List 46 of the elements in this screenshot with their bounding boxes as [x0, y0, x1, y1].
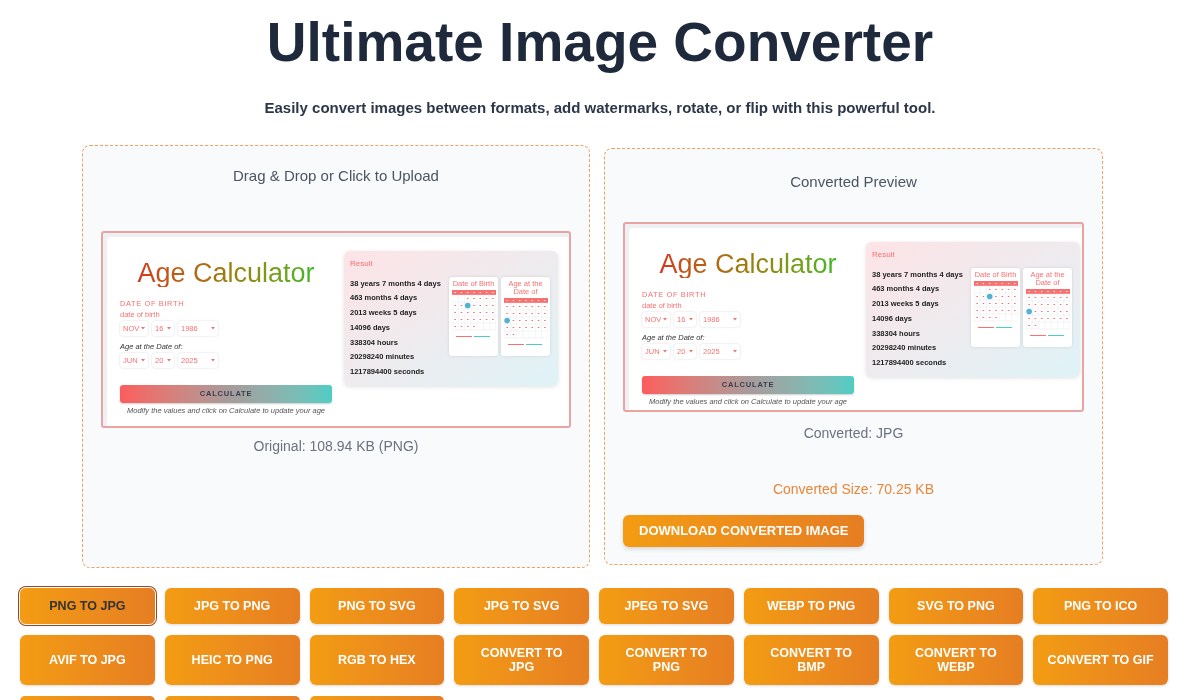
conversion-button[interactable]: JPEG TO SVG	[599, 588, 734, 624]
result-heading: Result	[872, 250, 895, 260]
caret-icon	[663, 350, 667, 353]
conversion-button[interactable]: RGB TO HEX	[309, 635, 445, 685]
caret-icon	[733, 318, 737, 321]
caret-icon	[211, 359, 215, 362]
conversion-button[interactable]: PNG TO SVG	[309, 588, 445, 624]
conversion-button[interactable]: CONVERT TO BMP	[743, 635, 879, 685]
dropzone-prompt: Drag & Drop or Click to Upload	[233, 166, 439, 186]
app-title: Age Calculator	[659, 250, 837, 278]
conversion-button[interactable]	[164, 696, 300, 700]
caret-icon	[167, 359, 171, 362]
conversion-button[interactable]: JPG TO PNG	[164, 588, 300, 624]
converted-format-text: Converted: JPG	[803, 424, 904, 443]
download-button[interactable]: DOWNLOAD CONVERTED IMAGE	[623, 515, 865, 547]
page-subtitle: Easily convert images between formats, add watermarks, rotate, or flip with this powerful tool.	[263, 98, 937, 118]
conversion-button[interactable]	[20, 696, 155, 700]
caret-icon	[167, 327, 171, 330]
upload-dropzone[interactable]	[82, 145, 590, 568]
conversion-button[interactable]: WEBP TO PNG	[743, 588, 879, 624]
conversion-button[interactable]: CONVERT TO PNG	[599, 635, 734, 685]
caret-icon	[689, 318, 693, 321]
converted-size-text: Converted Size: 70.25 KB	[772, 480, 935, 499]
conversion-button[interactable]: PNG TO ICO	[1033, 588, 1168, 624]
original-size-text: Original: 108.94 KB (PNG)	[253, 437, 419, 456]
conversion-button[interactable]: JPG TO SVG	[454, 588, 589, 624]
conversion-button[interactable]: SVG TO PNG	[888, 588, 1024, 624]
calendar-grid-icon	[503, 298, 548, 346]
conversion-button[interactable]: PNG TO JPG	[20, 588, 155, 624]
conversion-button[interactable]: AVIF TO JPG	[20, 635, 155, 685]
page-title: Ultimate Image Converter	[265, 10, 935, 75]
caret-icon	[141, 359, 145, 362]
caret-icon	[689, 350, 693, 353]
caret-icon	[141, 327, 145, 330]
caret-icon	[663, 318, 667, 321]
conversion-button[interactable]: CONVERT TO JPG	[454, 635, 589, 685]
calendar-grid-icon	[451, 290, 496, 338]
caret-icon	[211, 327, 215, 330]
preview-heading: Converted Preview	[790, 172, 917, 192]
conversion-button[interactable]: CONVERT TO WEBP	[888, 635, 1024, 685]
caret-icon	[733, 350, 737, 353]
conversion-button[interactable]: CONVERT TO GIF	[1033, 635, 1168, 685]
conversion-button[interactable]	[309, 696, 445, 700]
result-heading: Result	[350, 259, 373, 269]
conversion-button[interactable]: HEIC TO PNG	[164, 635, 300, 685]
app-title: Age Calculator	[137, 259, 315, 287]
